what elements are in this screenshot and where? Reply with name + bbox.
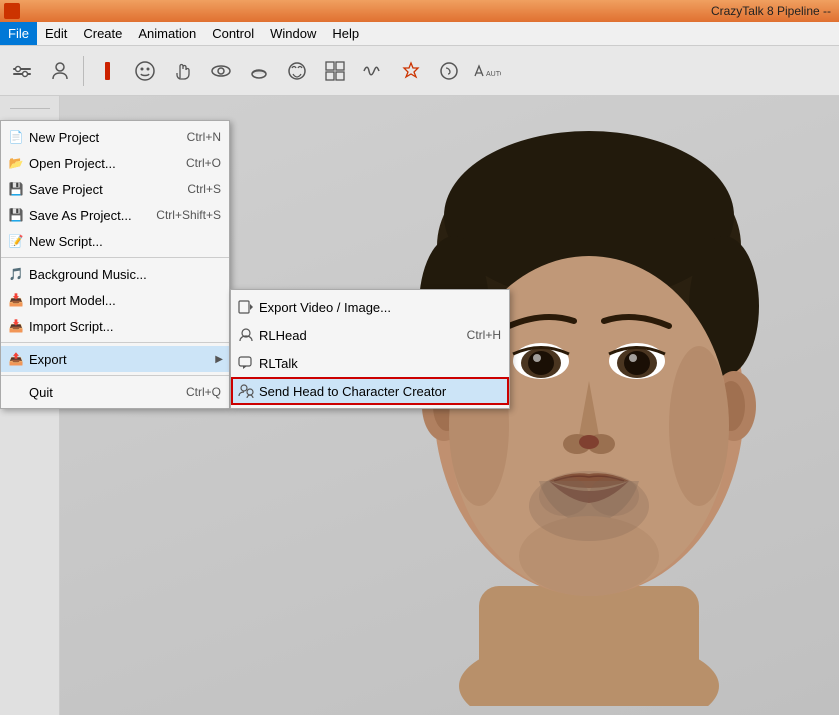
menu-control[interactable]: Control [204,22,262,45]
main-area: ↩ ↪ [0,96,839,715]
menu-save-project[interactable]: 💾 Save Project Ctrl+S [1,176,229,202]
menu-help[interactable]: Help [324,22,367,45]
toolbar-wave-btn[interactable] [355,53,391,89]
toolbar-auto-btn[interactable]: AUTO [469,53,505,89]
toolbar-character-btn[interactable] [42,53,78,89]
import-model-icon: 📥 [7,291,25,309]
menu-window[interactable]: Window [262,22,324,45]
title-bar: CrazyTalk 8 Pipeline -- [0,0,839,22]
new-project-icon: 📄 [7,128,25,146]
export-rltalk[interactable]: RLTalk [231,349,509,377]
app-icon [4,3,20,19]
toolbar-sep1 [83,56,84,86]
toolbar-ear-btn[interactable] [431,53,467,89]
toolbar-play-btn[interactable] [89,53,125,89]
menu-background-music[interactable]: 🎵 Background Music... [1,261,229,287]
toolbar-hand-btn[interactable] [165,53,201,89]
sep1 [1,257,229,258]
toolbar: AUTO [0,46,839,96]
menu-new-project[interactable]: 📄 New Project Ctrl+N [1,124,229,150]
new-script-icon: 📝 [7,232,25,250]
left-panel-divider [10,108,50,109]
quit-icon [7,383,25,401]
menu-bar: File Edit Create Animation Control Windo… [0,22,839,46]
menu-export[interactable]: 📤 Export [1,346,229,372]
send-head-icon [237,382,255,400]
file-dropdown: 📄 New Project Ctrl+N 📂 Open Project... C… [0,120,230,409]
sep2 [1,342,229,343]
toolbar-emotion-btn[interactable] [393,53,429,89]
menu-file[interactable]: File [0,22,37,45]
export-video-icon [237,298,255,316]
menu-edit[interactable]: Edit [37,22,75,45]
export-submenu: Export Video / Image... RLHead Ctrl+H RL… [230,289,510,409]
background-music-icon: 🎵 [7,265,25,283]
save-as-icon: 💾 [7,206,25,224]
app-title: CrazyTalk 8 Pipeline -- [711,4,831,18]
export-rlhead[interactable]: RLHead Ctrl+H [231,321,509,349]
toolbar-settings-btn[interactable] [4,53,40,89]
import-script-icon: 📥 [7,317,25,335]
toolbar-expression-btn[interactable] [279,53,315,89]
menu-save-as-project[interactable]: 💾 Save As Project... Ctrl+Shift+S [1,202,229,228]
menu-quit[interactable]: Quit Ctrl+Q [1,379,229,405]
toolbar-mouth-btn[interactable] [241,53,277,89]
menu-create[interactable]: Create [75,22,130,45]
toolbar-eye-btn[interactable] [203,53,239,89]
toolbar-grid-btn[interactable] [317,53,353,89]
export-video-image[interactable]: Export Video / Image... [231,293,509,321]
menu-open-project[interactable]: 📂 Open Project... Ctrl+O [1,150,229,176]
export-icon: 📤 [7,350,25,368]
open-project-icon: 📂 [7,154,25,172]
svg-text:AUTO: AUTO [486,71,501,78]
toolbar-face-btn[interactable] [127,53,163,89]
send-head-to-character-creator[interactable]: Send Head to Character Creator [231,377,509,405]
menu-import-script[interactable]: 📥 Import Script... [1,313,229,339]
save-project-icon: 💾 [7,180,25,198]
menu-new-script[interactable]: 📝 New Script... [1,228,229,254]
rltalk-icon [237,354,255,372]
rlhead-icon [237,326,255,344]
menu-import-model[interactable]: 📥 Import Model... [1,287,229,313]
menu-animation[interactable]: Animation [130,22,204,45]
sep3 [1,375,229,376]
